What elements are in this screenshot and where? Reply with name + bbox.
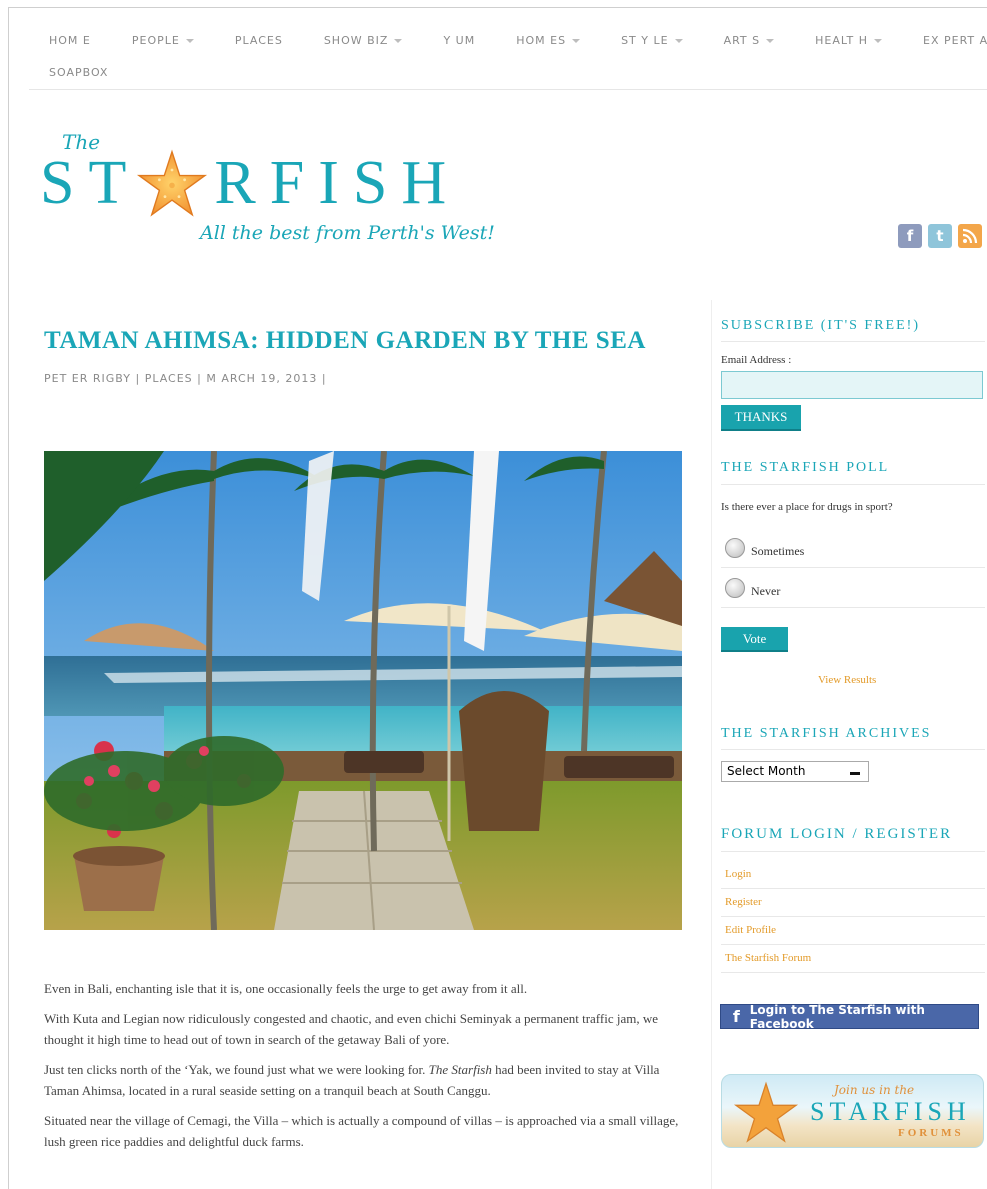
forums-banner[interactable]: Join us in the STARFISH FORUMS <box>721 1074 984 1148</box>
widget-divider <box>721 851 985 852</box>
twitter-glyph: t <box>936 227 944 245</box>
facebook-login-label: Login to The Starfish with Facebook <box>749 1002 925 1031</box>
radio-button[interactable] <box>725 537 745 558</box>
starfish-icon <box>137 149 208 217</box>
logo-letters-before: ST <box>40 149 141 217</box>
nav-item-label: HOM E <box>49 34 91 47</box>
logo-wordmark: ST RFISH <box>40 148 460 219</box>
banner-forums-text: FORUMS <box>898 1127 964 1139</box>
forum-home-link[interactable]: The Starfish Forum <box>721 945 985 973</box>
meta-separator: | <box>321 372 327 385</box>
nav-item-label: PEOPLE <box>131 34 180 47</box>
facebook-glyph: f <box>906 227 914 245</box>
chevron-down-icon <box>850 772 860 775</box>
poll-option[interactable]: Never <box>721 568 985 608</box>
archive-month-select[interactable]: Select Month <box>721 761 869 782</box>
site-logo[interactable]: The ST RFISH All the best from Perth's W… <box>40 130 510 260</box>
vote-button[interactable]: Vote <box>721 627 788 652</box>
nav-item-label: PLACES <box>234 34 283 47</box>
meta-separator: | <box>197 372 202 385</box>
nav-item-label: ST Y LE <box>621 34 669 47</box>
widget-divider <box>721 484 985 485</box>
page-frame-left <box>8 7 9 1189</box>
nav-item-label: Y UM <box>443 34 476 47</box>
subscribe-button[interactable]: THANKS <box>721 405 801 431</box>
nav-item-label: SHOW BIZ <box>323 34 389 47</box>
post-category-link[interactable]: PLACES <box>145 372 193 385</box>
forum-login-link[interactable]: Login <box>721 861 985 889</box>
email-field[interactable] <box>721 371 983 399</box>
select-value: Select Month <box>727 764 806 778</box>
social-links: f t <box>898 224 982 248</box>
nav-item-showbiz[interactable]: SHOW BIZ <box>324 34 403 47</box>
chevron-down-icon <box>572 39 581 43</box>
logo-tagline: All the best from Perth's West! <box>200 222 495 244</box>
nav-item-arts[interactable]: ART S <box>724 34 775 47</box>
nav-item-label: HEALT H <box>815 34 868 47</box>
facebook-icon[interactable]: f <box>898 224 922 248</box>
nav-item-expert-advice[interactable]: EX PERT ADVICE <box>923 34 987 47</box>
poll-widget-title: THE STARFISH POLL <box>721 460 890 475</box>
widget-divider <box>721 341 985 342</box>
poll-option[interactable]: Sometimes <box>721 528 985 568</box>
poll-option-label: Sometimes <box>751 544 805 558</box>
radio-button[interactable] <box>725 577 745 598</box>
rss-icon[interactable] <box>958 224 982 248</box>
nav-row-primary: HOM E PEOPLE PLACES SHOW BIZ Y UM HOM ES… <box>49 34 987 47</box>
chevron-down-icon <box>766 39 775 43</box>
resort-photo <box>44 451 682 930</box>
facebook-icon: f <box>732 1007 740 1026</box>
nav-item-yum[interactable]: Y UM <box>443 34 475 47</box>
nav-item-soapbox[interactable]: SOAPBOX <box>49 66 108 79</box>
facebook-login-button[interactable]: f Login to The Starfish with Facebook <box>720 1002 979 1031</box>
post-paragraph: Situated near the village of Cemagi, the… <box>44 1113 679 1149</box>
nav-item-style[interactable]: ST Y LE <box>621 34 683 47</box>
nav-item-places[interactable]: PLACES <box>235 34 283 47</box>
starfish-icon <box>733 1081 799 1143</box>
logo-letters-after: RFISH <box>214 149 461 217</box>
post-paragraph: Even in Bali, enchanting isle that it is… <box>44 981 528 996</box>
post-body: Even in Bali, enchanting isle that it is… <box>44 978 684 1161</box>
chevron-down-icon <box>674 39 683 43</box>
poll-question: Is there ever a place for drugs in sport… <box>721 501 893 513</box>
banner-join-text: Join us in the <box>834 1083 915 1097</box>
post-meta: PET ER RIGBY | PLACES | M ARCH 19, 2013 … <box>44 372 327 385</box>
subscribe-widget-title: SUBSCRIBE (IT'S FREE!) <box>721 318 920 333</box>
nav-item-label: HOM ES <box>516 34 567 47</box>
chevron-down-icon <box>874 39 882 43</box>
nav-item-label: ART S <box>723 34 761 47</box>
forum-widget-title: FORUM LOGIN / REGISTER <box>721 826 953 842</box>
email-label: Email Address : <box>721 354 792 366</box>
sidebar-divider <box>711 300 712 1189</box>
nav-item-label: SOAPBOX <box>49 66 109 79</box>
nav-item-health[interactable]: HEALT H <box>815 34 882 47</box>
top-navigation: HOM E PEOPLE PLACES SHOW BIZ Y UM HOM ES… <box>29 0 987 90</box>
chevron-down-icon <box>185 39 194 43</box>
post-date: M ARCH 19, 2013 <box>206 372 318 385</box>
nav-item-label: EX PERT ADVICE <box>923 34 987 47</box>
banner-wordmark: STARFISH <box>810 1097 971 1126</box>
nav-item-home[interactable]: HOM E <box>49 34 91 47</box>
post-hero-image <box>44 451 682 930</box>
view-results-link[interactable]: View Results <box>818 674 876 686</box>
post-author-link[interactable]: PET ER RIGBY <box>44 372 131 385</box>
nav-item-people[interactable]: PEOPLE <box>132 34 194 47</box>
forum-edit-profile-link[interactable]: Edit Profile <box>721 917 985 945</box>
post-paragraph: With Kuta and Legian now ridiculously co… <box>44 1011 659 1047</box>
post-title[interactable]: TAMAN AHIMSA: HIDDEN GARDEN BY THE SEA <box>44 327 646 355</box>
nav-item-homes[interactable]: HOM ES <box>516 34 581 47</box>
nav-row-secondary: SOAPBOX <box>49 66 149 79</box>
rss-glyph <box>962 228 978 244</box>
twitter-icon[interactable]: t <box>928 224 952 248</box>
widget-divider <box>721 749 985 750</box>
forum-register-link[interactable]: Register <box>721 889 985 917</box>
chevron-down-icon <box>394 39 403 43</box>
meta-separator: | <box>135 372 141 385</box>
post-paragraph: Just ten clicks north of the ‘Yak, we fo… <box>44 1062 660 1098</box>
archives-widget-title: THE STARFISH ARCHIVES <box>721 726 932 741</box>
poll-option-label: Never <box>751 584 781 598</box>
